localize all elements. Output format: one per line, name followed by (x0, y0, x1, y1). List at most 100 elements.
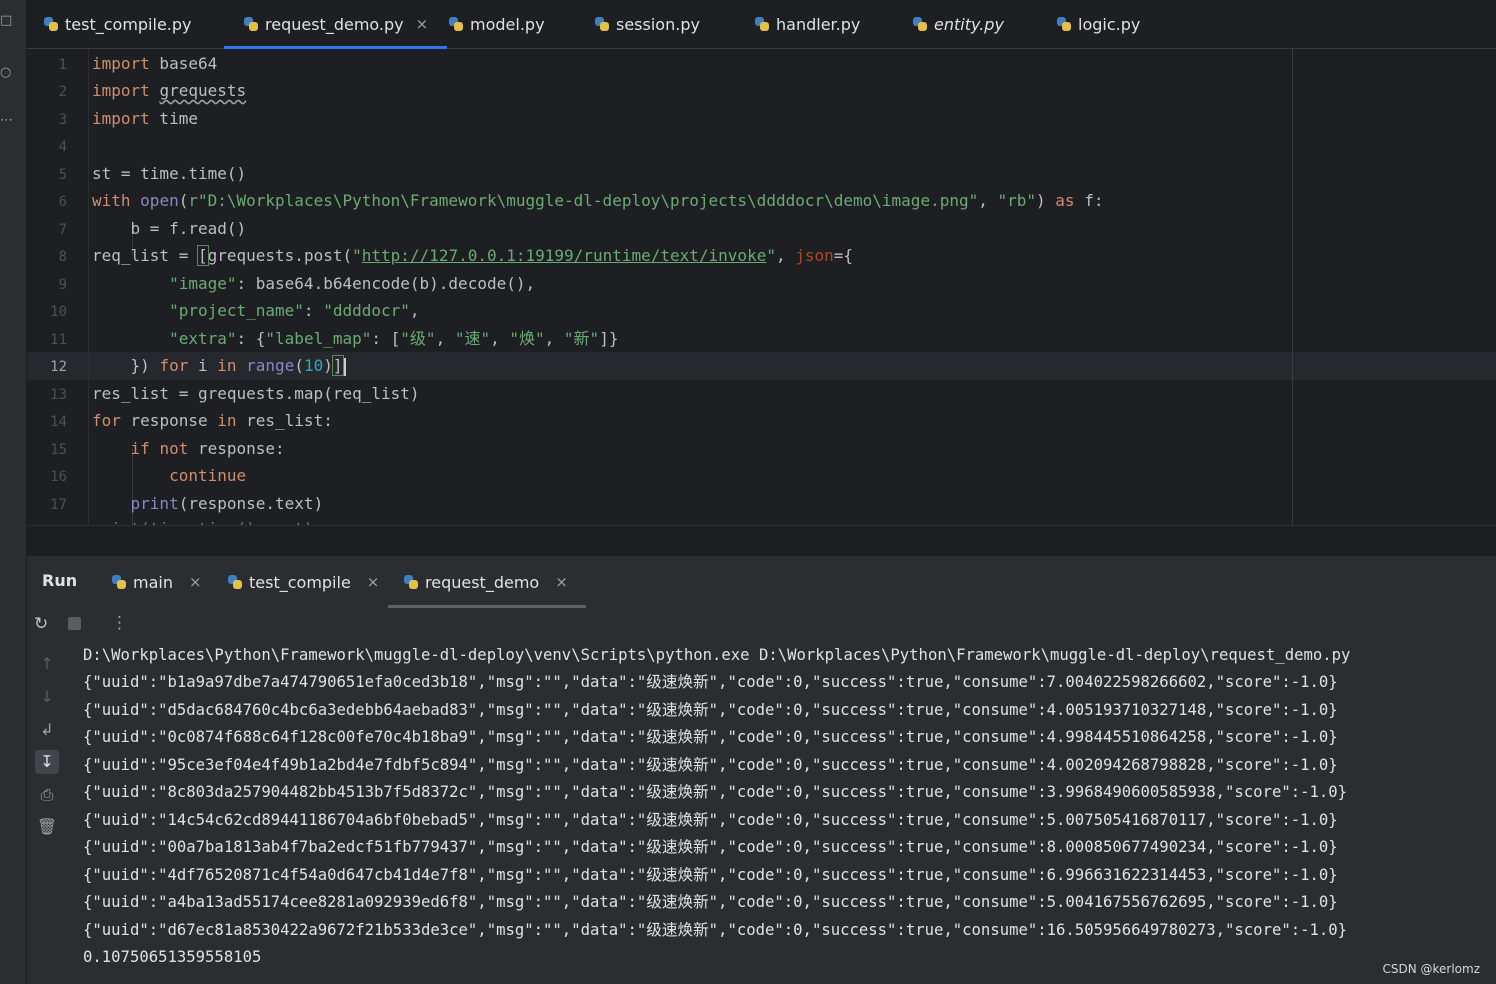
tab-session-py[interactable]: session.py (594, 0, 700, 48)
line-number: 9 (58, 277, 67, 293)
builtin: open (140, 191, 179, 210)
close-tab-icon[interactable]: × (416, 15, 429, 33)
console-line: {"uuid":"d5dac684760c4bc6a3edebb64aebad8… (83, 701, 1338, 719)
python-file-icon (43, 16, 59, 32)
code-line: "extra": {"label_map": ["级", "速", "焕", "… (92, 329, 618, 349)
string: "速" (454, 329, 491, 348)
code-line: req_list = [grequests.post("http://127.0… (92, 245, 853, 266)
project-folder-icon[interactable]: □ (0, 14, 14, 28)
more-tools-icon[interactable]: ⋯ (0, 114, 14, 128)
tab-label: request_demo.py (265, 14, 404, 34)
console-line: {"uuid":"8c803da257904482bb4513b7f5d8372… (83, 783, 1348, 801)
run-tab-main[interactable]: main × (111, 556, 202, 608)
console-line: {"uuid":"4df76520871c4f54a0d647cb41d4e7f… (83, 866, 1338, 884)
code-line: import time (92, 109, 198, 129)
line-number: 6 (58, 194, 67, 210)
string: "新" (563, 329, 600, 348)
code-line: continue (92, 466, 246, 486)
print-icon[interactable]: ⎙ (35, 783, 59, 807)
url-link[interactable]: http://127.0.0.1:19199/runtime/text/invo… (362, 246, 767, 265)
line-number: 13 (50, 387, 67, 403)
run-panel-title: Run (42, 571, 78, 590)
close-tab-icon[interactable]: × (189, 573, 202, 591)
string: "rb" (997, 191, 1037, 210)
tab-test-compile-py[interactable]: test_compile.py (43, 0, 192, 48)
scroll-to-end-icon[interactable]: ↧ (35, 750, 59, 774)
code-text: b = f.read() (92, 219, 247, 238)
code-text: , (435, 329, 455, 348)
code-line: "project_name": "ddddocr", (92, 301, 420, 321)
close-tab-icon[interactable]: × (367, 573, 380, 591)
soft-wrap-icon[interactable]: ↲ (35, 718, 59, 742)
stop-icon[interactable] (68, 615, 81, 635)
trash-icon[interactable]: 🗑 (35, 815, 59, 839)
code-text: (response.text) (178, 494, 324, 513)
code-text: f: (1074, 191, 1104, 210)
console-line: {"uuid":"14c54c62cd89441186704a6bf0bebad… (83, 811, 1338, 829)
tab-entity-py[interactable]: entity.py (912, 0, 1004, 48)
up-arrow-icon[interactable]: ↑ (35, 652, 59, 676)
line-number: 15 (50, 442, 67, 458)
structure-icon[interactable]: ○ (0, 66, 14, 80)
tab-model-py[interactable]: model.py (448, 0, 545, 48)
python-file-icon (243, 16, 259, 32)
keyword: for (92, 411, 121, 430)
string: "级" (400, 329, 436, 348)
panel-divider[interactable] (27, 525, 1496, 556)
string-quote: " (352, 246, 362, 265)
run-console-output[interactable]: D:\Workplaces\Python\Framework\muggle-dl… (67, 640, 1496, 984)
code-text: , (409, 301, 420, 320)
run-tab-test-compile[interactable]: test_compile × (227, 556, 379, 608)
tab-request-demo-py[interactable]: request_demo.py × (224, 0, 448, 49)
more-icon[interactable]: ⋮ (111, 613, 128, 633)
tab-label: handler.py (776, 14, 861, 34)
tab-label: model.py (470, 14, 545, 34)
python-run-icon (403, 574, 419, 590)
line-number: 8 (58, 249, 67, 265)
run-tab-label: test_compile (249, 572, 351, 592)
string: "project_name" (169, 301, 304, 320)
code-text: response (120, 411, 218, 430)
code-text: , (490, 329, 510, 348)
matched-bracket: ] (331, 355, 344, 376)
unresolved-import: grequests (159, 81, 247, 100)
run-tab-request-demo[interactable]: request_demo × (388, 556, 586, 608)
code-line: for response in res_list: (92, 411, 333, 431)
line-number: 7 (58, 222, 67, 238)
tab-logic-py[interactable]: logic.py (1056, 0, 1140, 48)
line-number: 1 (58, 57, 67, 73)
number: 10 (303, 356, 324, 375)
tab-handler-py[interactable]: handler.py (754, 0, 860, 48)
python-file-icon (448, 16, 464, 32)
run-panel-header: Run main × test_compile × request_demo × (27, 556, 1496, 609)
string: "ddddocr" (323, 301, 410, 320)
line-number: 5 (58, 167, 67, 183)
code-text: base64 (149, 54, 218, 73)
tab-label: test_compile.py (65, 14, 192, 34)
code-text: ) (323, 356, 333, 375)
down-arrow-icon[interactable]: ↓ (35, 685, 59, 709)
close-tab-icon[interactable]: × (555, 573, 568, 591)
keyword: import (92, 54, 150, 73)
line-number: 11 (50, 332, 67, 348)
line-number: 3 (58, 112, 67, 128)
text-cursor (343, 357, 346, 376)
console-line: 0.10750651359558105 (83, 948, 262, 966)
console-line: {"uuid":"95ce3ef04e4f49b1a2bd4e7fdbf5c89… (83, 756, 1338, 774)
code-editor[interactable]: 1 2 3 4 5 6 7 8 9 10 11 12 13 14 15 16 1… (27, 49, 1496, 525)
python-file-icon (594, 16, 610, 32)
code-text: ( (294, 356, 304, 375)
string: "extra" (169, 329, 237, 348)
python-file-icon (754, 16, 770, 32)
matched-bracket: [ (197, 245, 209, 266)
keyword: not (159, 439, 189, 458)
line-number: 14 (50, 414, 67, 430)
code-line: st = time.time() (92, 164, 246, 184)
run-tab-label: request_demo (425, 572, 540, 592)
code-line: import grequests (92, 81, 246, 101)
code-text: : { (236, 329, 266, 348)
console-side-toolbar: ↑ ↓ ↲ ↧ ⎙ 🗑 (27, 640, 67, 984)
code-line-current: }) for i in range(10)] (92, 355, 346, 376)
rerun-icon[interactable]: ↻ (34, 614, 48, 634)
line-number: 16 (50, 469, 67, 485)
